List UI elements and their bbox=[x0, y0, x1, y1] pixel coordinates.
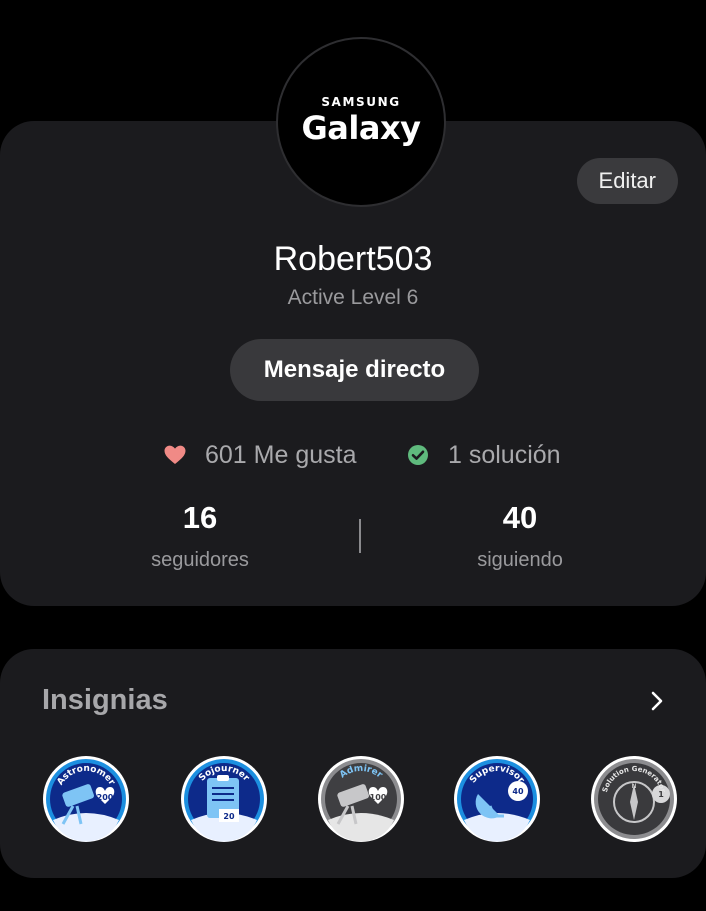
badge-supervisor[interactable]: 40 Supervisor bbox=[452, 754, 542, 844]
badge-admirer[interactable]: 100 Admirer bbox=[316, 754, 406, 844]
username: Robert503 bbox=[273, 240, 433, 278]
edit-button[interactable]: Editar bbox=[576, 158, 678, 204]
badge-sojourner-value: 20 bbox=[223, 812, 235, 821]
following-count[interactable]: 40 siguiendo bbox=[420, 500, 620, 572]
badge-solution-generator[interactable]: N 1 Solution Generator bbox=[589, 754, 679, 844]
stats-divider bbox=[359, 519, 361, 553]
following-label: siguiendo bbox=[477, 549, 563, 571]
badge-supervisor-value: 40 bbox=[512, 787, 524, 796]
svg-text:N: N bbox=[632, 783, 637, 790]
followers-count[interactable]: 16 seguidores bbox=[100, 500, 300, 572]
likes-text: 601 Me gusta bbox=[205, 440, 357, 469]
chevron-right-icon[interactable] bbox=[646, 690, 668, 712]
followers-label: seguidores bbox=[151, 549, 249, 571]
check-circle-icon bbox=[406, 443, 430, 467]
followers-number: 16 bbox=[182, 500, 218, 535]
badges-title: Insignias bbox=[42, 684, 168, 716]
solutions-stat: 1 solución bbox=[406, 437, 561, 473]
solutions-text: 1 solución bbox=[448, 440, 561, 469]
badge-sojourner[interactable]: 20 Sojourner bbox=[179, 754, 269, 844]
badge-astronomer-value: 200 bbox=[97, 793, 114, 802]
likes-stat: 601 Me gusta bbox=[163, 437, 357, 473]
avatar[interactable]: SAMSUNG Galaxy bbox=[276, 37, 446, 207]
avatar-brand-top: SAMSUNG bbox=[321, 95, 401, 109]
badge-astronomer[interactable]: 200 Astronomer bbox=[41, 754, 131, 844]
avatar-brand-main: Galaxy bbox=[301, 109, 421, 147]
badge-admirer-value: 100 bbox=[370, 793, 387, 802]
heart-icon bbox=[163, 443, 187, 467]
following-number: 40 bbox=[502, 500, 538, 535]
user-level: Active Level 6 bbox=[287, 286, 419, 309]
direct-message-button[interactable]: Mensaje directo bbox=[230, 339, 479, 401]
